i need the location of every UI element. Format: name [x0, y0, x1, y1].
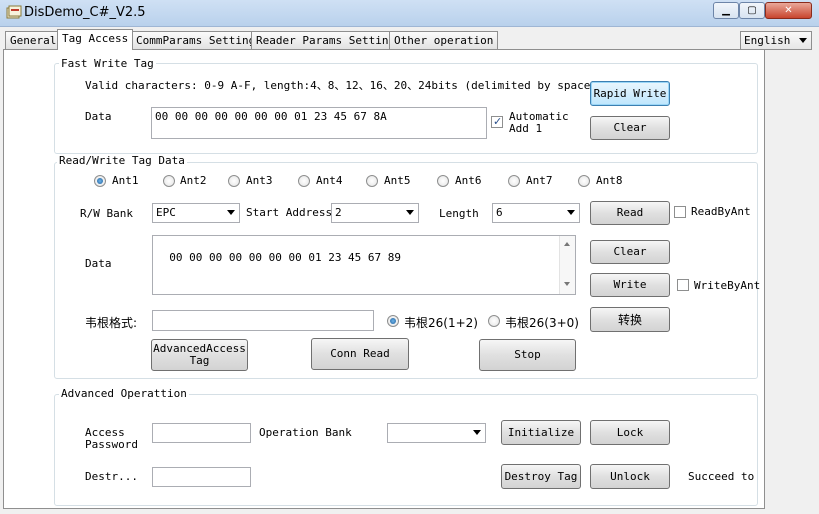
ant1-label: Ant1 [112, 174, 139, 187]
write-button[interactable]: Write [590, 273, 670, 297]
fast-write-data-label: Data [85, 110, 112, 123]
rw-data-value: 00 00 00 00 00 00 00 01 23 45 67 89 [169, 251, 402, 264]
chevron-down-icon [567, 210, 575, 215]
wiegand-3plus0-label: 韦根26(3+0) [505, 316, 579, 330]
wiegand-format-input[interactable] [152, 310, 374, 331]
wiegand-3plus0-radio[interactable] [488, 315, 500, 327]
fast-write-data-input[interactable]: 00 00 00 00 00 00 00 01 23 45 67 8A [151, 107, 487, 139]
read-by-ant-checkbox[interactable] [674, 206, 686, 218]
rw-data-input[interactable]: 00 00 00 00 00 00 00 01 23 45 67 89 [152, 235, 576, 295]
language-value: English [744, 34, 791, 47]
rw-bank-label: R/W Bank [80, 207, 133, 220]
fast-write-hint: Valid characters: 0-9 A-F, length:4、8、12… [85, 79, 597, 92]
window-title: DisDemo_C#_V2.5 [24, 5, 146, 20]
ant2-label: Ant2 [180, 174, 207, 187]
ant2-radio[interactable] [163, 175, 175, 187]
rw-bank-value: EPC [156, 206, 176, 219]
rw-tag-data-legend: Read/Write Tag Data [57, 154, 187, 167]
chevron-down-icon [406, 210, 414, 215]
tab-reader-params-setting[interactable]: Reader Params Setting [251, 31, 401, 49]
length-label: Length [439, 207, 479, 220]
chevron-down-icon [227, 210, 235, 215]
advanced-access-label-2: Tag [189, 354, 210, 367]
maximize-button[interactable]: ▢ [739, 2, 765, 19]
rw-clear-button[interactable]: Clear [590, 240, 670, 264]
close-icon: ✕ [784, 5, 793, 16]
status-text: Succeed to w [688, 470, 758, 483]
tab-tag-access[interactable]: Tag Access [57, 29, 134, 50]
ant7-label: Ant7 [526, 174, 553, 187]
wiegand-1plus2-radio[interactable] [387, 315, 399, 327]
advanced-operation-legend: Advanced Operattion [59, 387, 189, 400]
app-icon [6, 5, 22, 19]
ant5-radio[interactable] [366, 175, 378, 187]
access-password-input[interactable] [152, 423, 251, 443]
maximize-icon: ▢ [747, 5, 757, 16]
operation-bank-label: Operation Bank [259, 426, 352, 439]
rapid-write-button[interactable]: Rapid Write [590, 81, 670, 106]
start-address-select[interactable]: 2 [331, 203, 419, 223]
conn-read-button[interactable]: Conn Read [311, 338, 409, 370]
write-by-ant-checkbox[interactable] [677, 279, 689, 291]
destroy-password-input[interactable] [152, 467, 251, 487]
wiegand-1plus2-label: 韦根26(1+2) [404, 316, 478, 330]
chevron-down-icon [473, 430, 481, 435]
automatic-add-label-2: Add 1 [509, 122, 543, 135]
ant4-label: Ant4 [316, 174, 343, 187]
ant6-label: Ant6 [455, 174, 482, 187]
rw-bank-select[interactable]: EPC [152, 203, 240, 223]
ant1-radio[interactable] [94, 175, 106, 187]
ant6-radio[interactable] [437, 175, 449, 187]
unlock-button[interactable]: Unlock [590, 464, 670, 489]
read-by-ant-label: ReadByAnt [691, 205, 751, 218]
advanced-operation-group [54, 394, 758, 506]
chevron-down-icon [799, 38, 807, 43]
start-address-value: 2 [335, 206, 342, 219]
destroy-tag-button[interactable]: Destroy Tag [501, 464, 581, 489]
minimize-button[interactable]: ▁ [713, 2, 739, 19]
fast-write-clear-button[interactable]: Clear [590, 116, 670, 140]
rw-data-label: Data [85, 257, 112, 270]
scroll-up-icon[interactable] [564, 242, 570, 246]
ant5-label: Ant5 [384, 174, 411, 187]
access-password-label-2: Password [85, 438, 138, 451]
ant8-radio[interactable] [578, 175, 590, 187]
destroy-password-label: Destr... [85, 470, 138, 483]
tab-commparams-setting[interactable]: CommParams Setting [131, 31, 261, 49]
ant3-label: Ant3 [246, 174, 273, 187]
convert-button[interactable]: 转换 [590, 307, 670, 332]
minimize-icon: ▁ [722, 5, 730, 16]
ant3-radio[interactable] [228, 175, 240, 187]
write-by-ant-label: WriteByAnt [694, 279, 761, 292]
fast-write-legend: Fast Write Tag [59, 57, 156, 70]
start-address-label: Start Address [246, 206, 333, 219]
ant8-label: Ant8 [596, 174, 623, 187]
rw-data-scrollbar[interactable] [559, 236, 575, 294]
tab-other-operation[interactable]: Other operation [389, 31, 499, 49]
wiegand-format-label: 韦根格式: [85, 316, 138, 330]
close-button[interactable]: ✕ [765, 2, 812, 19]
lock-button[interactable]: Lock [590, 420, 670, 445]
stop-button[interactable]: Stop [479, 339, 576, 371]
language-select[interactable]: English [740, 31, 812, 50]
advanced-access-tag-button[interactable]: AdvancedAccess Tag [151, 339, 248, 371]
read-button[interactable]: Read [590, 201, 670, 225]
ant4-radio[interactable] [298, 175, 310, 187]
length-value: 6 [496, 206, 503, 219]
operation-bank-select[interactable] [387, 423, 486, 443]
length-select[interactable]: 6 [492, 203, 580, 223]
initialize-button[interactable]: Initialize [501, 420, 581, 445]
tab-general[interactable]: General [5, 31, 62, 49]
scroll-down-icon[interactable] [564, 282, 570, 286]
automatic-add-checkbox[interactable] [491, 115, 503, 128]
ant7-radio[interactable] [508, 175, 520, 187]
